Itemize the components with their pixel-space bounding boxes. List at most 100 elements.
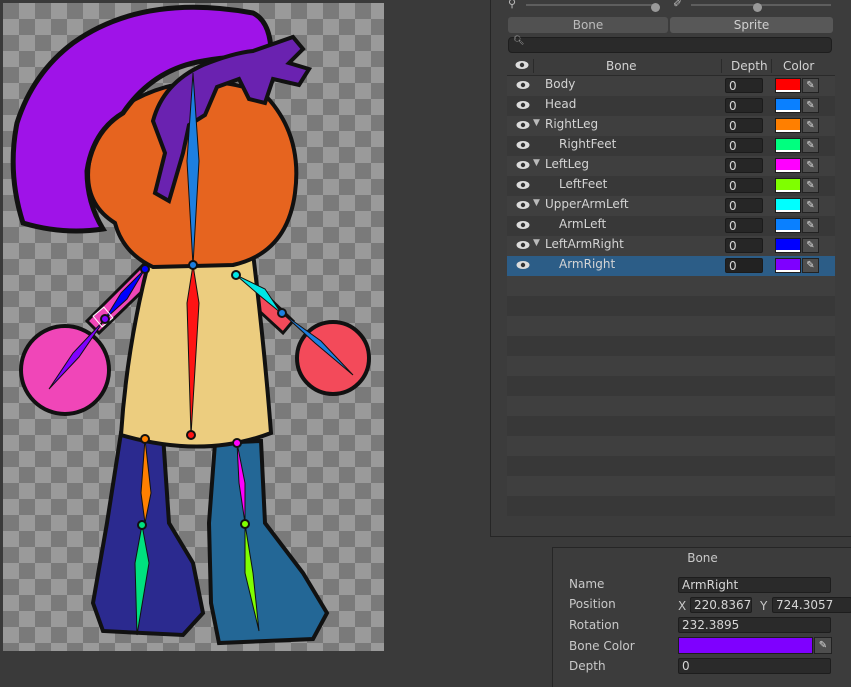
depth-field[interactable]: 0 xyxy=(725,178,763,193)
bone-color-swatch[interactable] xyxy=(775,238,801,253)
bone-color-label: Bone Color xyxy=(569,639,635,653)
visibility-eye-icon[interactable] xyxy=(516,239,530,253)
visibility-eye-icon[interactable] xyxy=(516,179,530,193)
bone-row[interactable]: Head 0 ✎ xyxy=(507,96,835,116)
rotation-label: Rotation xyxy=(569,618,620,632)
name-label: Name xyxy=(569,577,605,591)
eyedropper-icon[interactable]: ✎ xyxy=(814,637,832,654)
bone-name: Body xyxy=(545,77,576,91)
bone-color-swatch[interactable] xyxy=(775,118,801,133)
depth-column-header[interactable]: Depth xyxy=(731,59,768,73)
bone-color-swatch[interactable] xyxy=(775,198,801,213)
eyedropper-icon[interactable]: ✎ xyxy=(802,178,819,193)
eyedropper-icon[interactable]: ✎ xyxy=(802,238,819,253)
depth-field[interactable]: 0 xyxy=(725,98,763,113)
search-input[interactable]: 🔍︎ xyxy=(508,36,832,53)
foldout-arrow-icon[interactable]: ▼ xyxy=(533,118,540,128)
position-label: Position xyxy=(569,597,616,611)
depth-field[interactable]: 0 xyxy=(725,118,763,133)
rotation-field[interactable]: 232.3895 xyxy=(678,617,831,633)
eyedropper-icon[interactable]: ✎ xyxy=(802,258,819,273)
position-y-field[interactable]: 724.3057 xyxy=(772,597,851,613)
bone-row[interactable]: LeftFeet 0 ✎ xyxy=(507,176,835,196)
bone-row[interactable]: ArmRight 0 ✎ xyxy=(507,256,835,276)
foldout-arrow-icon[interactable]: ▼ xyxy=(533,198,540,208)
position-x-label: X xyxy=(678,599,687,613)
visibility-eye-icon[interactable] xyxy=(516,199,530,213)
bone-color-swatch[interactable] xyxy=(775,218,801,233)
paint-brush-icon: ✐ xyxy=(673,0,683,10)
eyedropper-icon[interactable]: ✎ xyxy=(802,198,819,213)
eyedropper-icon[interactable]: ✎ xyxy=(802,218,819,233)
scene-viewport[interactable] xyxy=(3,3,384,651)
opacity-slider-handle[interactable] xyxy=(753,3,762,12)
visibility-eye-icon[interactable] xyxy=(516,119,530,133)
position-x-field[interactable]: 220.8367 xyxy=(690,597,752,613)
visibility-eye-icon[interactable] xyxy=(516,139,530,153)
depth-field[interactable]: 0 xyxy=(725,258,763,273)
bone-name: LeftArmRight xyxy=(545,237,624,251)
name-field[interactable]: ArmRight xyxy=(678,577,831,593)
depth-field[interactable]: 0 xyxy=(725,198,763,213)
bone-row[interactable]: ▼ RightLeg 0 ✎ xyxy=(507,116,835,136)
visibility-eye-icon[interactable] xyxy=(516,99,530,113)
depth-label: Depth xyxy=(569,659,606,673)
eyedropper-icon[interactable]: ✎ xyxy=(802,158,819,173)
bone-name: Head xyxy=(545,97,577,111)
eyedropper-icon[interactable]: ✎ xyxy=(802,78,819,93)
bone-row[interactable]: ▼ UpperArmLeft 0 ✎ xyxy=(507,196,835,216)
eyedropper-icon[interactable]: ✎ xyxy=(802,118,819,133)
bone-size-slider[interactable] xyxy=(526,3,660,12)
bone-list-empty-area xyxy=(507,276,835,531)
bone-row[interactable]: RightFeet 0 ✎ xyxy=(507,136,835,156)
bone-name: UpperArmLeft xyxy=(545,197,629,211)
bone-row[interactable]: ArmLeft 0 ✎ xyxy=(507,216,835,236)
tab-bone[interactable]: Bone xyxy=(508,17,668,33)
bone-size-slider-handle[interactable] xyxy=(651,3,660,12)
bone-color-swatch[interactable] xyxy=(775,138,801,153)
bone-icon: ⚲ xyxy=(508,0,517,10)
bone-color-field[interactable] xyxy=(678,637,813,654)
bone-row[interactable]: ▼ LeftArmRight 0 ✎ xyxy=(507,236,835,256)
depth-field[interactable]: 0 xyxy=(678,658,831,674)
depth-field[interactable]: 0 xyxy=(725,238,763,253)
bone-panel: ⚲ ✐ Bone Sprite 🔍︎ Bone Depth Color Body… xyxy=(490,0,851,537)
foldout-arrow-icon[interactable]: ▼ xyxy=(533,158,540,168)
eyedropper-icon[interactable]: ✎ xyxy=(802,98,819,113)
position-y-label: Y xyxy=(760,599,768,613)
bone-name: RightFeet xyxy=(559,137,617,151)
search-icon: 🔍︎ xyxy=(513,36,525,46)
visibility-eye-icon[interactable] xyxy=(516,159,530,173)
bone-row[interactable]: Body 0 ✎ xyxy=(507,76,835,96)
bone-name: ArmLeft xyxy=(559,217,607,231)
visibility-eye-icon[interactable] xyxy=(516,259,530,273)
bone-color-swatch[interactable] xyxy=(775,78,801,93)
visibility-eye-icon[interactable] xyxy=(516,219,530,233)
bone-color-swatch[interactable] xyxy=(775,258,801,273)
bone-name: RightLeg xyxy=(545,117,599,131)
bone-color-swatch[interactable] xyxy=(775,98,801,113)
bone-list: Body 0 ✎ Head 0 ✎ ▼ RightLeg 0 ✎ RightFeet 0 ✎ ▼ LeftL… xyxy=(507,76,835,276)
depth-field[interactable]: 0 xyxy=(725,78,763,93)
inspector-title: Bone xyxy=(687,551,718,565)
color-column-header[interactable]: Color xyxy=(783,59,814,73)
bone-row[interactable]: ▼ LeftLeg 0 ✎ xyxy=(507,156,835,176)
table-header: Bone Depth Color xyxy=(507,57,835,76)
depth-field[interactable]: 0 xyxy=(725,218,763,233)
left-leg-sprite xyxy=(206,438,330,646)
bone-column-header[interactable]: Bone xyxy=(606,59,637,73)
bone-name: LeftLeg xyxy=(545,157,590,171)
bone-color-swatch[interactable] xyxy=(775,158,801,173)
depth-field[interactable]: 0 xyxy=(725,138,763,153)
character-sprite xyxy=(10,4,371,646)
visibility-header-icon[interactable] xyxy=(515,59,529,73)
eyedropper-icon[interactable]: ✎ xyxy=(802,138,819,153)
tab-sprite[interactable]: Sprite xyxy=(670,17,833,33)
bone-color-swatch[interactable] xyxy=(775,178,801,193)
opacity-slider[interactable] xyxy=(691,3,831,12)
bone-inspector: Bone Name ArmRight Position X 220.8367 Y… xyxy=(552,547,851,687)
bone-name: LeftFeet xyxy=(559,177,608,191)
foldout-arrow-icon[interactable]: ▼ xyxy=(533,238,540,248)
depth-field[interactable]: 0 xyxy=(725,158,763,173)
visibility-eye-icon[interactable] xyxy=(516,79,530,93)
